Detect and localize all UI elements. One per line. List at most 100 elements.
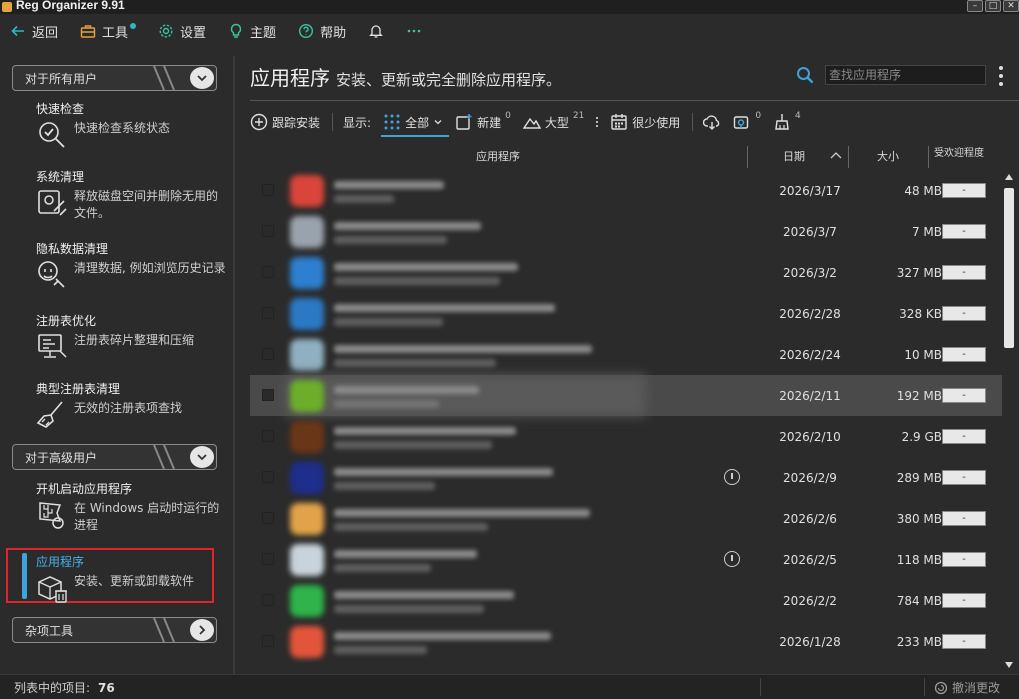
table-row[interactable]: 2026/2/24 10 MB - — [250, 334, 1002, 375]
toolbar-separator — [332, 113, 334, 131]
filter-all-dropdown[interactable]: 全部 — [381, 113, 450, 137]
settings-menu[interactable]: 设置 — [158, 22, 206, 41]
maximize-button[interactable]: □ — [985, 0, 1001, 12]
row-date: 2026/2/5 — [783, 553, 837, 567]
table-row[interactable]: 2026/1/28 233 MB - — [250, 621, 1002, 662]
table-row[interactable]: 2026/2/6 380 MB - — [250, 498, 1002, 539]
filter-new-button[interactable]: 新建 0 — [455, 111, 511, 131]
sidebar-item-startup-apps[interactable]: 开机启动应用程序 在 Windows 启动时运行的进程 — [36, 481, 226, 534]
filter-new-label: 新建 — [477, 115, 502, 130]
column-date[interactable]: 日期 — [748, 148, 840, 164]
table-row[interactable]: 2026/3/17 48 MB - — [250, 170, 1002, 211]
sidebar-item-applications[interactable]: 应用程序 安装、更新或卸载软件 — [36, 554, 226, 603]
new-count: 0 — [505, 111, 511, 121]
search-input[interactable] — [825, 65, 986, 85]
filter-large-button[interactable]: 大型 21 — [522, 111, 584, 131]
table-row[interactable]: 2026/2/9 289 MB - — [250, 457, 1002, 498]
row-popularity: - — [942, 347, 986, 362]
row-size: 2.9 GB — [901, 430, 942, 444]
app-icon — [290, 298, 324, 330]
table-row[interactable]: 2026/3/7 7 MB - — [250, 211, 1002, 252]
table-row[interactable]: 2026/2/5 118 MB - — [250, 539, 1002, 580]
row-checkbox[interactable] — [262, 184, 274, 196]
app-publisher-redacted — [334, 523, 488, 531]
calendar-icon — [611, 114, 627, 130]
page-title: 应用程序 — [250, 66, 330, 90]
column-app[interactable]: 应用程序 — [250, 148, 746, 164]
app-icon — [290, 626, 324, 658]
scroll-thumb[interactable] — [1004, 188, 1014, 348]
back-button[interactable]: 返回 — [10, 22, 58, 41]
sidebar-item-desc: 清理数据, 例如浏览历史记录 — [74, 261, 226, 275]
info-icon[interactable] — [724, 551, 740, 567]
row-checkbox[interactable] — [262, 389, 274, 401]
scroll-up-icon[interactable] — [1005, 174, 1013, 180]
tools-menu[interactable]: 工具 — [80, 22, 137, 41]
table-row[interactable]: 2026/2/10 2.9 GB - — [250, 416, 1002, 457]
row-checkbox[interactable] — [262, 512, 274, 524]
row-checkbox[interactable] — [262, 307, 274, 319]
arrow-left-icon — [11, 25, 24, 37]
chevron-right-icon[interactable] — [190, 619, 214, 641]
theme-menu[interactable]: 主题 — [228, 22, 276, 41]
app-publisher-redacted — [334, 441, 492, 449]
sidebar-item-desc: 安装、更新或卸载软件 — [74, 574, 195, 588]
column-size[interactable]: 大小 — [850, 148, 926, 164]
more-menu-button[interactable] — [406, 23, 422, 39]
minimize-button[interactable]: – — [967, 0, 983, 12]
sidebar-item-system-cleanup[interactable]: 系统清理 释放磁盘空间并删除无用的文件。 — [36, 169, 226, 222]
chevron-down-icon — [434, 120, 442, 125]
row-popularity: - — [942, 306, 986, 321]
more-options-button[interactable] — [998, 66, 1004, 86]
table-row[interactable]: 2026/2/28 328 KB - — [250, 293, 1002, 334]
filter-rarely-used-button[interactable]: 很少使用 — [610, 113, 680, 131]
info-icon[interactable] — [724, 469, 740, 485]
search-icon[interactable] — [796, 66, 814, 84]
section-misc-tools[interactable]: 杂项工具 — [12, 617, 217, 643]
undo-label: 撤消更改 — [952, 681, 1001, 695]
row-date: 2026/2/2 — [783, 594, 837, 608]
app-icon — [290, 462, 324, 494]
scroll-down-icon[interactable] — [1005, 662, 1013, 668]
row-popularity: - — [942, 388, 986, 403]
column-popularity[interactable]: 受欢迎程度 — [930, 148, 988, 159]
row-checkbox[interactable] — [262, 553, 274, 565]
section-all-users[interactable]: 对于所有用户 — [12, 65, 217, 91]
sidebar-item-privacy-cleanup[interactable]: 隐私数据清理 清理数据, 例如浏览历史记录 — [36, 241, 226, 288]
app-icon — [290, 339, 324, 371]
shield-filter-button[interactable]: 0 — [733, 111, 761, 131]
sidebar-item-quick-check[interactable]: 快速检查 快速检查系统状态 — [36, 101, 226, 148]
row-checkbox[interactable] — [262, 348, 274, 360]
chevron-down-icon[interactable] — [190, 446, 214, 468]
status-bar: 列表中的项目: 76 撤消更改 — [0, 674, 1019, 699]
list-scrollbar[interactable] — [1002, 170, 1016, 672]
row-checkbox[interactable] — [262, 471, 274, 483]
row-date: 2026/3/7 — [783, 225, 837, 239]
close-button[interactable]: ✕ — [1003, 0, 1019, 12]
cleanup-filter-button[interactable]: 4 — [773, 111, 801, 131]
notifications-button[interactable] — [368, 23, 384, 39]
table-row[interactable]: 2026/2/2 784 MB - — [250, 580, 1002, 621]
app-publisher-redacted — [334, 482, 435, 490]
grid-dots-icon — [384, 114, 400, 130]
help-menu[interactable]: 帮助 — [298, 22, 346, 41]
row-checkbox[interactable] — [262, 594, 274, 606]
items-count: 76 — [98, 681, 115, 695]
chevron-down-icon[interactable] — [190, 67, 214, 89]
sidebar-item-registry-optimize[interactable]: 注册表优化 注册表碎片整理和压缩 — [36, 313, 226, 358]
app-name-redacted — [334, 222, 481, 230]
table-row[interactable]: 2026/3/2 327 MB - — [250, 252, 1002, 293]
section-advanced-users[interactable]: 对于高级用户 — [12, 444, 217, 470]
row-size: 192 MB — [896, 389, 942, 403]
row-checkbox[interactable] — [262, 225, 274, 237]
row-checkbox[interactable] — [262, 635, 274, 647]
show-label: 显示: — [343, 115, 372, 130]
undo-changes-button[interactable]: 撤消更改 — [934, 679, 1000, 696]
table-row[interactable]: 2026/2/11 192 MB - — [250, 375, 1002, 416]
track-install-button[interactable]: 跟踪安装 — [250, 113, 320, 131]
sidebar-item-registry-cleanup[interactable]: 典型注册表清理 无效的注册表项查找 — [36, 381, 226, 428]
cloud-download-button[interactable] — [703, 113, 721, 131]
row-checkbox[interactable] — [262, 430, 274, 442]
row-date: 2026/2/24 — [779, 348, 841, 362]
row-checkbox[interactable] — [262, 266, 274, 278]
